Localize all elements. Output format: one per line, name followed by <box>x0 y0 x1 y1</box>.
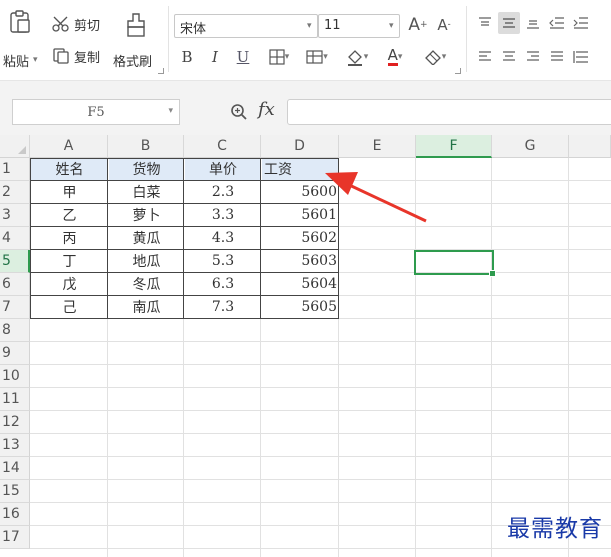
underline-button[interactable]: U <box>232 46 254 68</box>
bold-letter: B <box>181 48 193 66</box>
bold-button[interactable]: B <box>176 46 198 68</box>
align-left-button[interactable] <box>474 46 496 68</box>
distributed-align-icon <box>573 51 588 63</box>
fx-icon[interactable]: fx <box>258 99 275 120</box>
name-box-dropdown-icon[interactable]: ▾ <box>168 106 173 116</box>
font-color-letter: A <box>387 46 398 66</box>
shrink-font-letter: A <box>437 16 448 34</box>
decrease-indent-button[interactable] <box>546 12 568 34</box>
borders-icon <box>269 49 285 65</box>
format-painter-icon <box>127 13 145 37</box>
increase-indent-button[interactable] <box>570 12 592 34</box>
ribbon-divider <box>466 6 467 72</box>
distributed-align-button[interactable] <box>570 46 592 68</box>
borders-dropdown-icon: ▾ <box>284 52 290 62</box>
grow-font-button[interactable]: A + <box>407 14 429 36</box>
fill-color-dropdown-icon: ▾ <box>363 52 369 62</box>
scissors-icon <box>52 16 69 32</box>
copy-label: 复制 <box>74 51 101 66</box>
decrease-indent-icon <box>549 17 564 29</box>
font-size-dropdown-icon: ▾ <box>389 21 394 31</box>
paste-icon <box>10 10 30 33</box>
copy-button[interactable]: 复制 <box>52 46 108 66</box>
font-color-dropdown-icon: ▾ <box>397 52 403 62</box>
align-middle-icon <box>503 18 515 28</box>
ribbon-divider <box>168 6 169 72</box>
align-center-icon <box>503 51 515 61</box>
italic-button[interactable]: I <box>204 46 226 68</box>
font-group-launcher[interactable] <box>455 68 461 74</box>
justify-icon <box>551 51 563 61</box>
format-painter-button[interactable]: 格式刷 <box>110 6 162 74</box>
cell-style-icon <box>306 50 323 64</box>
font-name-select[interactable]: 宋体 ▾ <box>174 14 318 38</box>
font-size-value: 11 <box>324 18 341 33</box>
fill-color-button[interactable]: ▾ <box>340 46 374 68</box>
clear-format-dropdown-icon: ▾ <box>441 52 447 62</box>
spreadsheet-grid[interactable]: ABCDEFG 1 2 3 4 5 6 7 8 9 10 11 12 13 14 15 16 17 姓名 货物 单价… <box>0 135 611 557</box>
align-top-icon <box>479 17 491 26</box>
formula-input[interactable] <box>287 99 611 125</box>
red-arrow-annotation <box>325 172 427 223</box>
italic-letter: I <box>212 48 218 66</box>
justify-button[interactable] <box>546 46 568 68</box>
cut-label: 剪切 <box>74 19 101 34</box>
align-right-icon <box>527 51 539 61</box>
paste-dropdown-icon[interactable]: ▾ <box>33 55 38 65</box>
cut-button[interactable]: 剪切 <box>52 14 108 34</box>
borders-button[interactable]: ▾ <box>262 46 296 68</box>
paint-bucket-icon <box>347 50 362 66</box>
align-right-button[interactable] <box>522 46 544 68</box>
paste-label: 粘贴 <box>3 55 30 70</box>
shrink-font-button[interactable]: A- <box>433 14 455 36</box>
increase-indent-icon <box>573 17 588 29</box>
name-box-value: F5 <box>87 104 105 120</box>
format-painter-label: 格式刷 <box>113 55 153 70</box>
align-bottom-icon <box>527 20 539 29</box>
ribbon-toolbar: 粘贴 ▾ 剪切 复制 格式刷 宋体 ▾ 11 ▾ A + A - B I U ▾… <box>0 0 611 80</box>
clipboard-group-launcher[interactable] <box>158 68 164 74</box>
font-name-value: 宋体 <box>180 22 207 37</box>
copy-icon <box>53 48 69 64</box>
watermark: 最需教育 <box>507 516 603 542</box>
align-bottom-button[interactable] <box>522 12 544 34</box>
name-box[interactable]: F5 ▾ <box>12 99 180 125</box>
clear-format-button[interactable]: ▾ <box>418 46 452 68</box>
paste-button[interactable]: 粘贴 ▾ <box>0 4 40 74</box>
eraser-icon <box>424 50 441 65</box>
zoom-magnifier-icon[interactable] <box>230 103 248 121</box>
font-color-button[interactable]: A ▾ <box>378 46 412 68</box>
cell-style-dropdown-icon: ▾ <box>323 52 328 62</box>
align-top-button[interactable] <box>474 12 496 34</box>
cell-style-button[interactable]: ▾ <box>300 46 334 68</box>
underline-letter: U <box>236 48 250 66</box>
font-name-dropdown-icon: ▾ <box>307 21 312 31</box>
align-middle-button[interactable] <box>498 12 520 34</box>
align-left-icon <box>479 51 491 61</box>
font-size-select[interactable]: 11 ▾ <box>318 14 400 38</box>
grow-font-letter: A <box>408 15 421 35</box>
align-center-button[interactable] <box>498 46 520 68</box>
formula-bar: F5 ▾ fx <box>0 80 611 135</box>
